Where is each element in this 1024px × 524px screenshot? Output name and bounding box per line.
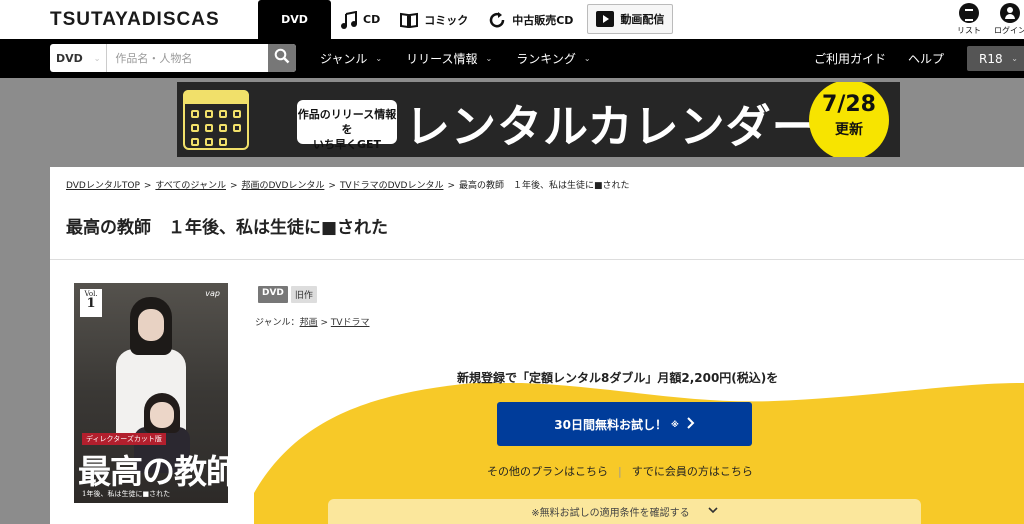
secondary-menu: ご利用ガイド ヘルプ bbox=[792, 39, 944, 78]
link-separator: | bbox=[618, 465, 622, 478]
list-icon bbox=[959, 3, 979, 23]
main-navbar: DVD ⌄ ジャンル ⌄ リリース情報 ⌄ ランキング ⌄ ご利用ガイド ヘルプ R1… bbox=[0, 39, 1024, 78]
breadcrumb-separator: > bbox=[447, 181, 455, 191]
breadcrumb-current: 最高の教師 １年後、私は生徒に■された bbox=[459, 181, 630, 191]
chevron-down-icon: ⌄ bbox=[375, 54, 383, 63]
banner-date: 7/28 bbox=[822, 92, 876, 117]
breadcrumb-dvd-top[interactable]: DVDレンタルTOP bbox=[66, 181, 140, 191]
search-category-value: DVD bbox=[56, 51, 83, 65]
chevron-down-icon bbox=[708, 506, 718, 517]
poster-vol-badge: Vol. 1 bbox=[80, 289, 102, 317]
tab-cd[interactable]: CD bbox=[331, 0, 390, 39]
search-icon bbox=[274, 48, 290, 68]
music-note-icon bbox=[341, 10, 357, 29]
category-nav: DVD CD コミック 中古販売CD 動画配信 bbox=[258, 0, 674, 39]
r18-label: R18 bbox=[979, 51, 1003, 66]
trial-conditions-label: ※無料お試しの適用条件を確認する bbox=[531, 508, 690, 519]
tab-streaming[interactable]: 動画配信 bbox=[587, 4, 674, 34]
badge-old-release: 旧作 bbox=[290, 286, 317, 303]
breadcrumb-tv-drama[interactable]: TVドラマのDVDレンタル bbox=[340, 181, 444, 191]
product-poster[interactable]: Vol. 1 vap ディレクターズカット版 最高の教師 1年後、私は生徒に■され… bbox=[74, 283, 228, 503]
search-category-select[interactable]: DVD ⌄ bbox=[50, 44, 108, 72]
primary-menu: ジャンル ⌄ リリース情報 ⌄ ランキング ⌄ bbox=[320, 39, 615, 78]
tab-comic[interactable]: コミック bbox=[390, 0, 478, 39]
genre-line: ジャンル：邦画 > TVドラマ bbox=[255, 315, 370, 328]
menu-genre[interactable]: ジャンル ⌄ bbox=[320, 50, 382, 67]
genre-link-tv-drama[interactable]: TVドラマ bbox=[331, 318, 370, 328]
trial-conditions-toggle[interactable]: ※無料お試しの適用条件を確認する bbox=[328, 499, 921, 524]
search-button[interactable] bbox=[268, 44, 296, 72]
chevron-down-icon: ⌄ bbox=[485, 54, 493, 63]
badge-dvd: DVD bbox=[258, 286, 288, 303]
promo-lead-text: 新規登録で「定額レンタル8ダブル」月額2,200円(税込)を bbox=[457, 371, 779, 385]
page-title: 最高の教師 １年後、私は生徒に■された bbox=[66, 218, 389, 238]
breadcrumb-separator: > bbox=[143, 181, 152, 191]
divider bbox=[50, 259, 1024, 260]
menu-ranking-label: ランキング bbox=[516, 52, 576, 66]
tab-cd-label: CD bbox=[363, 13, 381, 26]
genre-separator: > bbox=[317, 318, 331, 328]
banner-bubble-line2: いち早くGET bbox=[312, 138, 382, 151]
genre-link-japanese[interactable]: 邦画 bbox=[300, 318, 318, 328]
poster-edition-tag: ディレクターズカット版 bbox=[82, 433, 166, 445]
menu-ranking[interactable]: ランキング ⌄ bbox=[516, 50, 590, 67]
login-label: ログイン bbox=[994, 26, 1024, 35]
product-badges: DVD 旧作 bbox=[258, 286, 317, 303]
breadcrumb: DVDレンタルTOP > すべてのジャンル > 邦画のDVDレンタル > TVドラマのDVD… bbox=[66, 178, 630, 191]
breadcrumb-separator: > bbox=[229, 181, 238, 191]
search-box: DVD ⌄ bbox=[50, 44, 296, 72]
banner-date-sub: 更新 bbox=[835, 122, 863, 138]
rental-calendar-banner[interactable]: 作品のリリース情報を いち早くGET レンタルカレンダー 7/28 更新 bbox=[177, 82, 900, 157]
top-header: TSUTAYADISCAS DVD CD コミック 中古販売CD 動画配信 リス… bbox=[0, 0, 1024, 39]
tab-comic-label: コミック bbox=[424, 13, 469, 27]
tab-used-cd[interactable]: 中古販売CD bbox=[478, 0, 583, 39]
tab-dvd-label: DVD bbox=[281, 13, 308, 26]
banner-bubble: 作品のリリース情報を いち早くGET bbox=[297, 100, 397, 151]
poster-subtitle: 1年後、私は生徒に■された bbox=[82, 490, 171, 498]
menu-release-label: リリース情報 bbox=[406, 52, 478, 66]
calendar-icon bbox=[183, 90, 249, 150]
member-login-link[interactable]: すでに会員の方はこちら bbox=[632, 465, 753, 478]
free-trial-button[interactable]: 30日間無料お試し！ ※ bbox=[497, 402, 752, 446]
poster-brand: vap bbox=[205, 289, 220, 298]
list-button[interactable]: リスト bbox=[951, 3, 987, 36]
menu-guide[interactable]: ご利用ガイド bbox=[814, 50, 886, 67]
chevron-down-icon: ⌄ bbox=[583, 54, 591, 63]
user-icon bbox=[1000, 3, 1020, 23]
free-trial-note: ※ bbox=[670, 419, 679, 429]
tab-streaming-label: 動画配信 bbox=[620, 13, 665, 26]
r18-select[interactable]: R18 ⌄ bbox=[967, 46, 1024, 71]
book-icon bbox=[400, 12, 419, 28]
login-button[interactable]: ログイン bbox=[992, 3, 1024, 36]
genre-label: ジャンル： bbox=[255, 318, 300, 328]
promo-links: その他のプランはこちら | すでに会員の方はこちら bbox=[487, 463, 753, 479]
chevron-right-icon bbox=[687, 416, 695, 432]
banner-date-badge: 7/28 更新 bbox=[809, 82, 889, 157]
breadcrumb-separator: > bbox=[328, 181, 336, 191]
tab-used-cd-label: 中古販売CD bbox=[512, 13, 574, 27]
free-trial-label: 30日間無料お試し！ bbox=[554, 417, 667, 432]
search-input[interactable] bbox=[107, 44, 269, 72]
list-label: リスト bbox=[957, 26, 981, 35]
other-plans-link[interactable]: その他のプランはこちら bbox=[487, 465, 608, 478]
breadcrumb-japanese-film[interactable]: 邦画のDVDレンタル bbox=[242, 181, 325, 191]
chevron-down-icon: ⌄ bbox=[93, 53, 101, 63]
poster-title: 最高の教師 bbox=[78, 452, 228, 491]
site-logo[interactable]: TSUTAYADISCAS bbox=[50, 9, 220, 31]
banner-bubble-line1: 作品のリリース情報を bbox=[297, 108, 397, 136]
tab-dvd[interactable]: DVD bbox=[258, 0, 331, 39]
refresh-icon bbox=[488, 11, 506, 29]
menu-genre-label: ジャンル bbox=[320, 52, 368, 66]
chevron-down-icon: ⌄ bbox=[1011, 54, 1018, 63]
breadcrumb-all-genres[interactable]: すべてのジャンル bbox=[155, 181, 226, 191]
menu-release[interactable]: リリース情報 ⌄ bbox=[406, 50, 492, 67]
banner-headline: レンタルカレンダー bbox=[405, 100, 818, 153]
video-play-icon bbox=[596, 11, 615, 27]
menu-help[interactable]: ヘルプ bbox=[908, 50, 944, 67]
poster-vol-number: 1 bbox=[86, 296, 96, 311]
